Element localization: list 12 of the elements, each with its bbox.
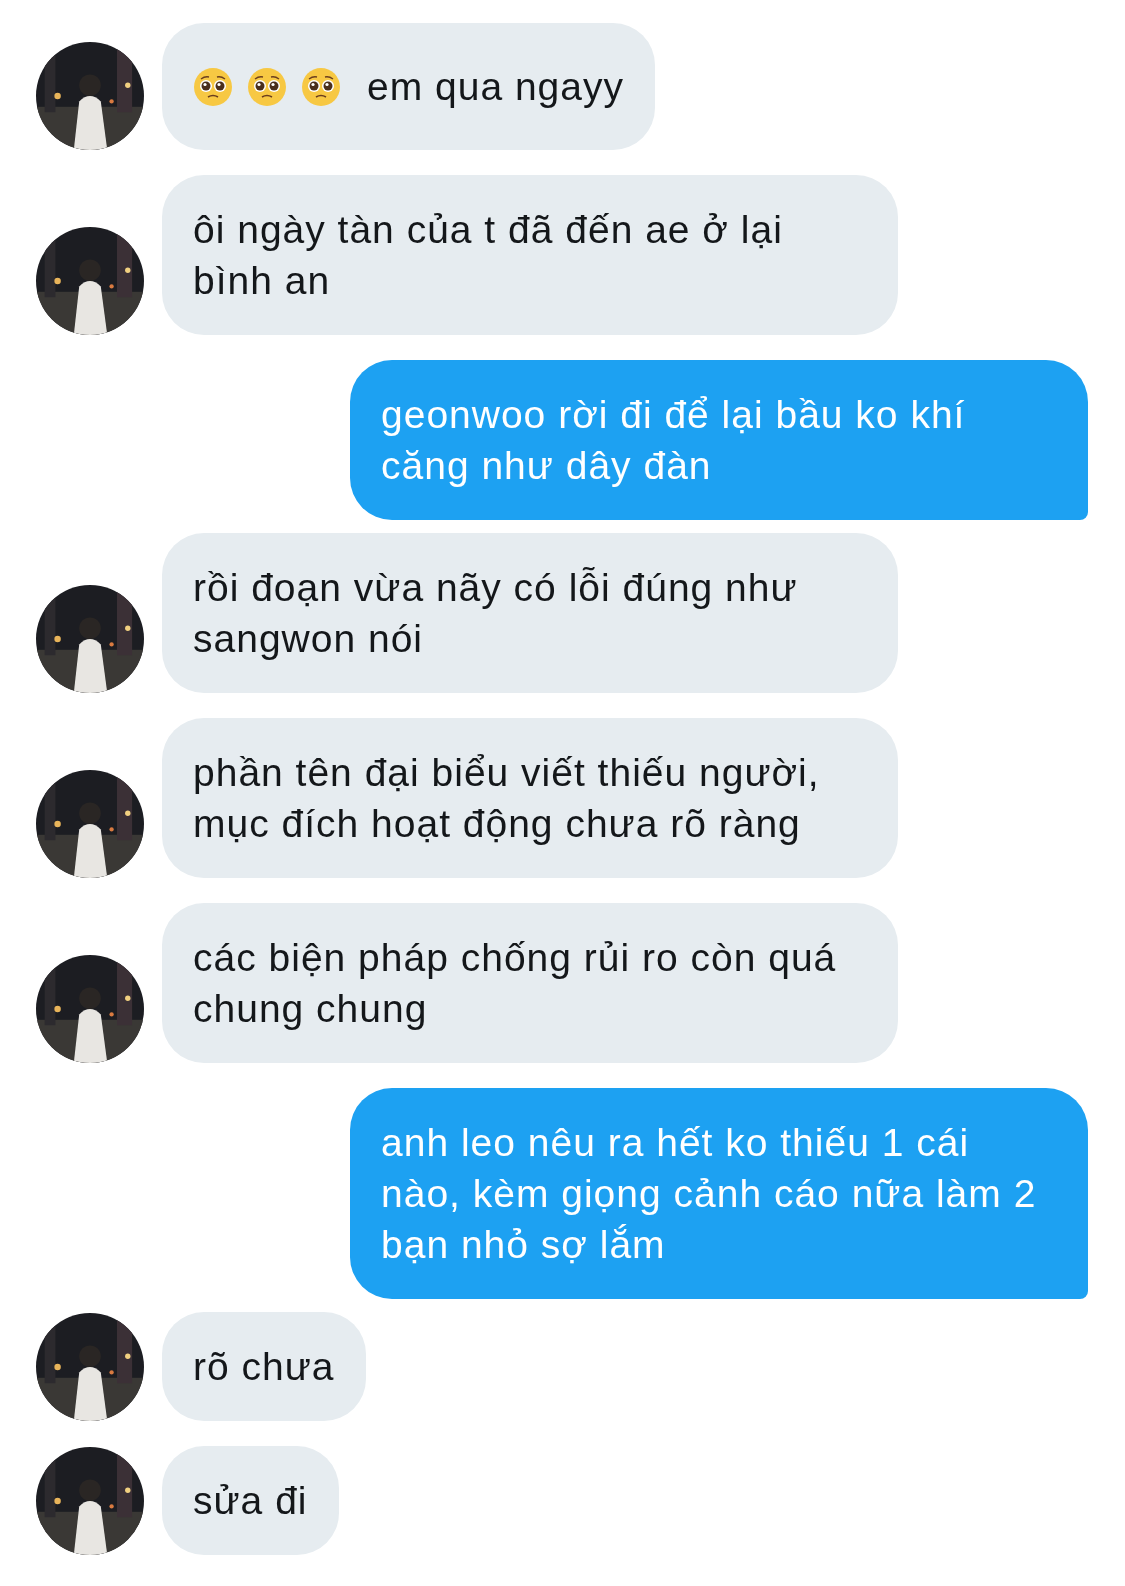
- message-text: các biện pháp chống rủi ro còn quá chung chung: [193, 935, 838, 1032]
- message-text: rõ chưa: [193, 1344, 335, 1390]
- message-text: sửa đi: [193, 1478, 308, 1524]
- message-text: ôi ngày tàn của t đã đến ae ở lại bình an: [193, 207, 784, 304]
- message-text: phần tên đại biểu viết thiếu người, mục đích hoạt động chưa rõ ràng: [193, 750, 821, 847]
- pleading-face-icon: [193, 66, 233, 107]
- message-text: anh leo nêu ra hết ko thiếu 1 cái nào, kèm giọng cảnh cáo nữa làm 2 bạn nhỏ sợ lắm: [381, 1120, 1038, 1268]
- pleading-face-icon: [247, 66, 287, 107]
- message-text: rồi đoạn vừa nãy có lỗi đúng như sangwon nói: [193, 565, 799, 662]
- pleading-face-icon: [301, 66, 341, 107]
- message-text: geonwoo rời đi để lại bầu ko khí căng như dây đàn: [381, 392, 967, 489]
- message-text: em qua ngayy: [367, 64, 624, 110]
